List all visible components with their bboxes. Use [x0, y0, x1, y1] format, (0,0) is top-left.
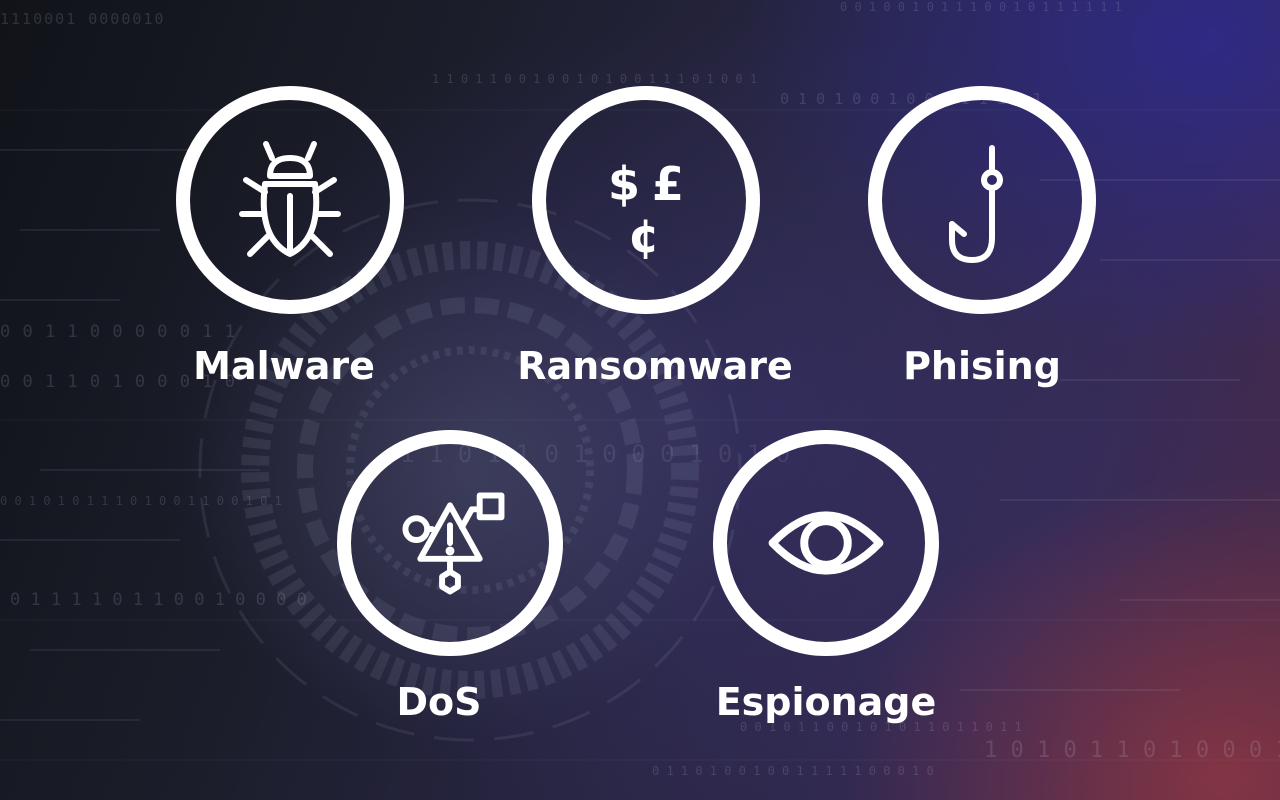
- binary-digits-texture: 0 1 1 0 1 0 0 1 0 0 1 1 1 1 1 0 0 0 1 0: [652, 764, 934, 778]
- malware-label: Malware: [193, 344, 375, 388]
- phising-label: Phising: [903, 344, 1061, 388]
- eye-icon: [768, 511, 884, 575]
- ransomware-badge: $ £ ¢: [532, 86, 760, 314]
- phising-badge: [868, 86, 1096, 314]
- currency-icon: $ £ ¢: [608, 157, 684, 263]
- fish-hook-icon: [949, 145, 1003, 263]
- binary-digits-texture: 0 0 1 0 1 0 1 1 1 0 1 0 0 1 1 0 0 1 0 1: [0, 494, 282, 508]
- malware-badge: [176, 86, 404, 314]
- binary-digits-texture: 0 0 1 1 0 0 0 0 0 1 1: [0, 322, 236, 342]
- cent-sign: ¢: [628, 209, 660, 263]
- binary-digits-texture: 1 1 0 1 1 0 0 1 0 0 1 0 1 0 0 1 1 1 0 1 …: [432, 72, 758, 86]
- infographic-canvas: 1110001 0000010 1 1 0 1 1 0 0 1 0 0 1 0 …: [0, 0, 1280, 800]
- network-warning-icon: [402, 492, 505, 595]
- dos-label: DoS: [396, 680, 482, 724]
- binary-digits-texture: 1 0 1 0 1 1 0 1 0 0 0 1: [984, 738, 1280, 763]
- espionage-label: Espionage: [715, 680, 937, 724]
- binary-digits-texture: 0 0 1 0 0 1 0 1 1 1 0 0 1 0 1 1 1 1 1 1: [840, 0, 1122, 14]
- dos-badge: [337, 430, 563, 656]
- binary-digits-texture: 0 1 1 1 1 0 1 1 0 0 1 0 0 0 0: [10, 590, 307, 610]
- pound-sign: £: [652, 157, 684, 211]
- ransomware-label: Ransomware: [517, 344, 793, 388]
- bug-icon: [239, 141, 341, 257]
- binary-digits-texture: 1110001 0000010: [0, 10, 166, 28]
- espionage-badge: [713, 430, 939, 656]
- dollar-sign: $: [608, 157, 640, 211]
